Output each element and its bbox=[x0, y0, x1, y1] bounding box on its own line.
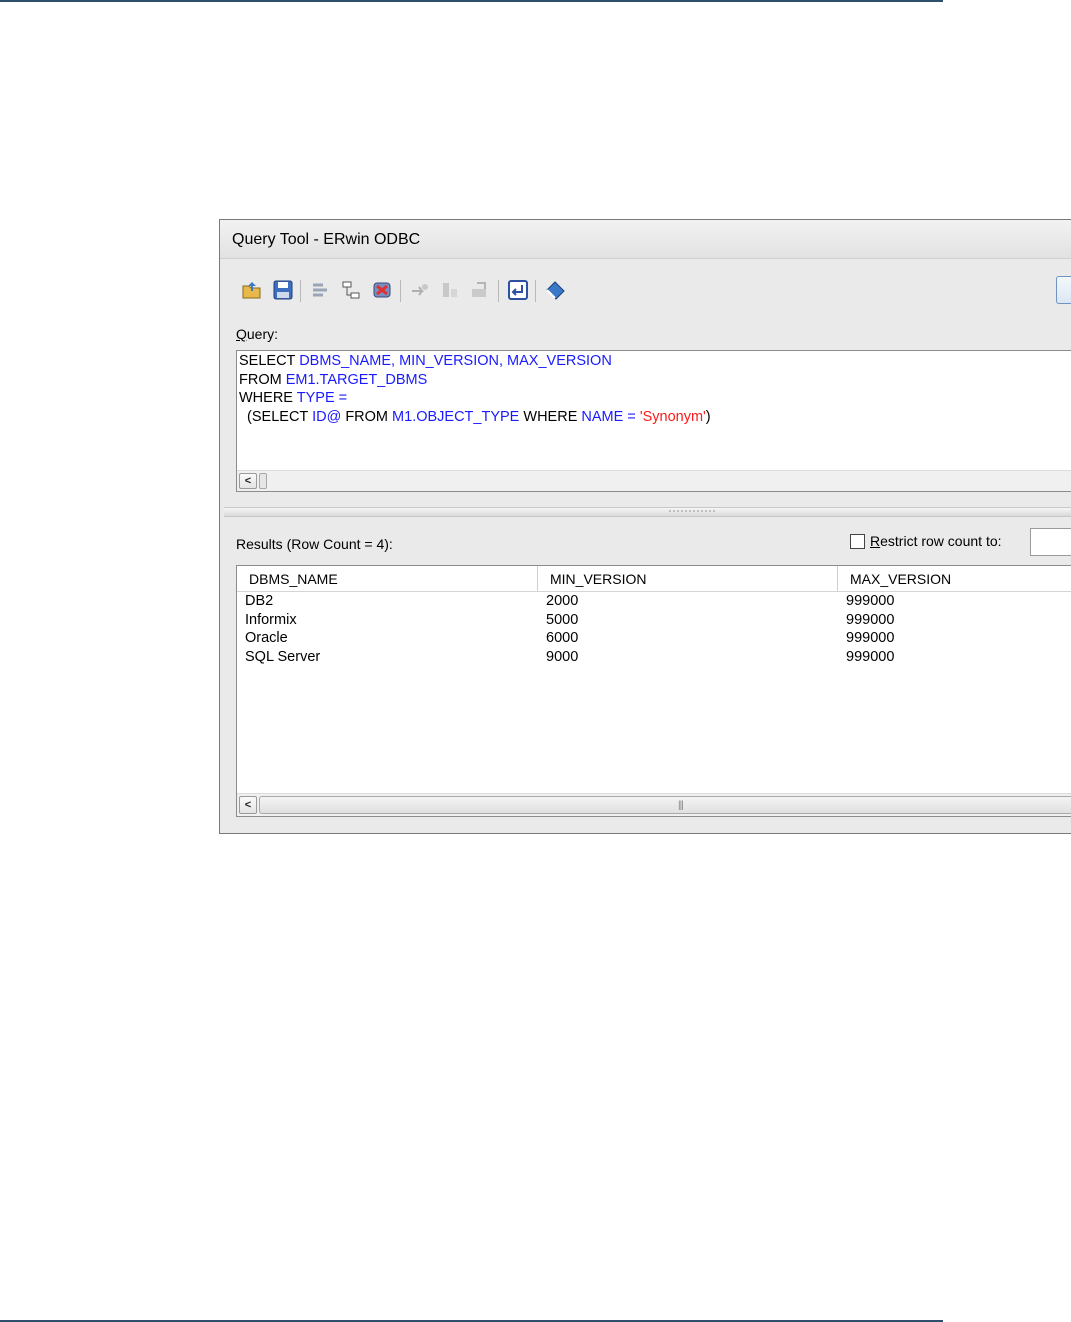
query-token: NAME = bbox=[581, 408, 640, 425]
table-cell-max-version: 999000 bbox=[846, 630, 895, 647]
scroll-left-arrow[interactable]: < bbox=[239, 473, 257, 489]
table-row[interactable]: DB2 2000 999000 bbox=[237, 592, 1071, 611]
schema-icon[interactable] bbox=[339, 278, 363, 302]
restrict-row-count-input[interactable] bbox=[1030, 528, 1071, 556]
query-token: TYPE = bbox=[296, 390, 348, 407]
query-token: FROM bbox=[239, 371, 286, 388]
restrict-row-count-checkbox[interactable] bbox=[850, 534, 865, 549]
toolbar bbox=[234, 276, 1071, 308]
table-cell-min-version: 9000 bbox=[546, 648, 579, 665]
save-icon[interactable] bbox=[271, 278, 295, 302]
column-header-max-version[interactable]: MAX_VERSION bbox=[837, 566, 1071, 591]
title-bar[interactable]: Query Tool - ERwin ODBC bbox=[220, 220, 1071, 259]
rollback-icon[interactable] bbox=[468, 278, 492, 302]
query-line[interactable]: (SELECT ID@ FROM M1.OBJECT_TYPE WHERE NA… bbox=[239, 408, 711, 427]
table-cell-dbms-name: Oracle bbox=[245, 630, 288, 647]
table-cell-min-version: 6000 bbox=[546, 630, 579, 647]
query-token: WHERE bbox=[239, 390, 297, 407]
table-cell-max-version: 999000 bbox=[846, 593, 895, 609]
toolbar-separator bbox=[300, 280, 301, 302]
results-label: Results (Row Count = 4): bbox=[236, 536, 393, 552]
splitter-grip-icon[interactable] bbox=[668, 510, 716, 512]
table-cell-dbms-name: DB2 bbox=[245, 593, 274, 609]
toolbar-separator bbox=[400, 280, 401, 302]
results-grid-header: DBMS_NAME MIN_VERSION MAX_VERSION bbox=[237, 566, 1071, 592]
toolbar-separator bbox=[498, 280, 499, 302]
table-cell-max-version: 999000 bbox=[846, 648, 895, 665]
query-text[interactable]: SELECT DBMS_NAME, MIN_VERSION, MAX_VERSI… bbox=[239, 352, 711, 426]
scroll-thumb-grip-icon: ||| bbox=[678, 800, 684, 811]
query-token: WHERE bbox=[519, 408, 582, 425]
toolbar-separator bbox=[535, 280, 536, 302]
commit-icon[interactable] bbox=[438, 278, 462, 302]
results-horizontal-scrollbar[interactable]: < ||| bbox=[237, 793, 1071, 816]
scroll-thumb[interactable] bbox=[259, 473, 267, 489]
query-editor[interactable]: SELECT DBMS_NAME, MIN_VERSION, MAX_VERSI… bbox=[236, 350, 1071, 492]
query-token: (SELECT bbox=[239, 408, 313, 425]
results-grid[interactable]: DBMS_NAME MIN_VERSION MAX_VERSION DB2 200… bbox=[236, 565, 1071, 817]
query-token: ) bbox=[705, 408, 711, 425]
query-tool-window: Query Tool - ERwin ODBC Query: SELECT DB… bbox=[219, 219, 1071, 834]
table-cell-dbms-name: SQL Server bbox=[245, 648, 321, 665]
connect-icon[interactable] bbox=[308, 278, 332, 302]
table-row[interactable]: Oracle 6000 999000 bbox=[237, 629, 1071, 648]
table-row[interactable]: Informix 5000 999000 bbox=[237, 611, 1071, 630]
toolbar-overflow-button[interactable] bbox=[1056, 276, 1071, 304]
table-cell-max-version: 999000 bbox=[846, 611, 895, 628]
page-top-rule bbox=[0, 0, 943, 2]
query-token: FROM bbox=[341, 408, 393, 425]
disconnect-icon[interactable] bbox=[370, 278, 394, 302]
newline-icon[interactable] bbox=[506, 278, 530, 302]
open-icon[interactable] bbox=[240, 278, 264, 302]
scroll-thumb[interactable]: ||| bbox=[259, 796, 1071, 814]
restrict-row-count-label[interactable]: Restrict row count to: bbox=[870, 533, 1002, 549]
window-title: Query Tool - ERwin ODBC bbox=[232, 231, 421, 248]
pane-splitter[interactable] bbox=[224, 507, 1071, 517]
table-cell-min-version: 2000 bbox=[546, 593, 579, 609]
table-cell-min-version: 5000 bbox=[546, 611, 579, 628]
query-horizontal-scrollbar[interactable]: < bbox=[237, 470, 1071, 491]
query-token: ID@ bbox=[312, 408, 342, 425]
query-line[interactable]: SELECT DBMS_NAME, MIN_VERSION, MAX_VERSI… bbox=[239, 352, 711, 371]
clear-icon[interactable] bbox=[543, 278, 567, 302]
scroll-left-arrow[interactable]: < bbox=[239, 796, 257, 814]
results-grid-rows: DB2 2000 999000 Informix 5000 999000 Oracle 600… bbox=[237, 592, 1071, 666]
query-token: M1.OBJECT_TYPE bbox=[392, 408, 520, 425]
query-line[interactable]: WHERE TYPE = bbox=[239, 389, 711, 408]
table-row[interactable]: SQL Server 9000 999000 bbox=[237, 648, 1071, 667]
table-cell-dbms-name: Informix bbox=[245, 611, 297, 628]
query-token: EM1.TARGET_DBMS bbox=[285, 371, 428, 388]
query-token: 'Synonym' bbox=[639, 408, 706, 425]
column-header-dbms-name[interactable]: DBMS_NAME bbox=[237, 566, 537, 591]
query-line[interactable]: FROM EM1.TARGET_DBMS bbox=[239, 371, 711, 390]
execute-icon[interactable] bbox=[408, 278, 432, 302]
query-token: SELECT bbox=[239, 353, 300, 369]
column-header-min-version[interactable]: MIN_VERSION bbox=[537, 566, 837, 591]
query-label: Query: bbox=[236, 326, 279, 342]
query-token: DBMS_NAME, MIN_VERSION, MAX_VERSION bbox=[299, 353, 612, 369]
